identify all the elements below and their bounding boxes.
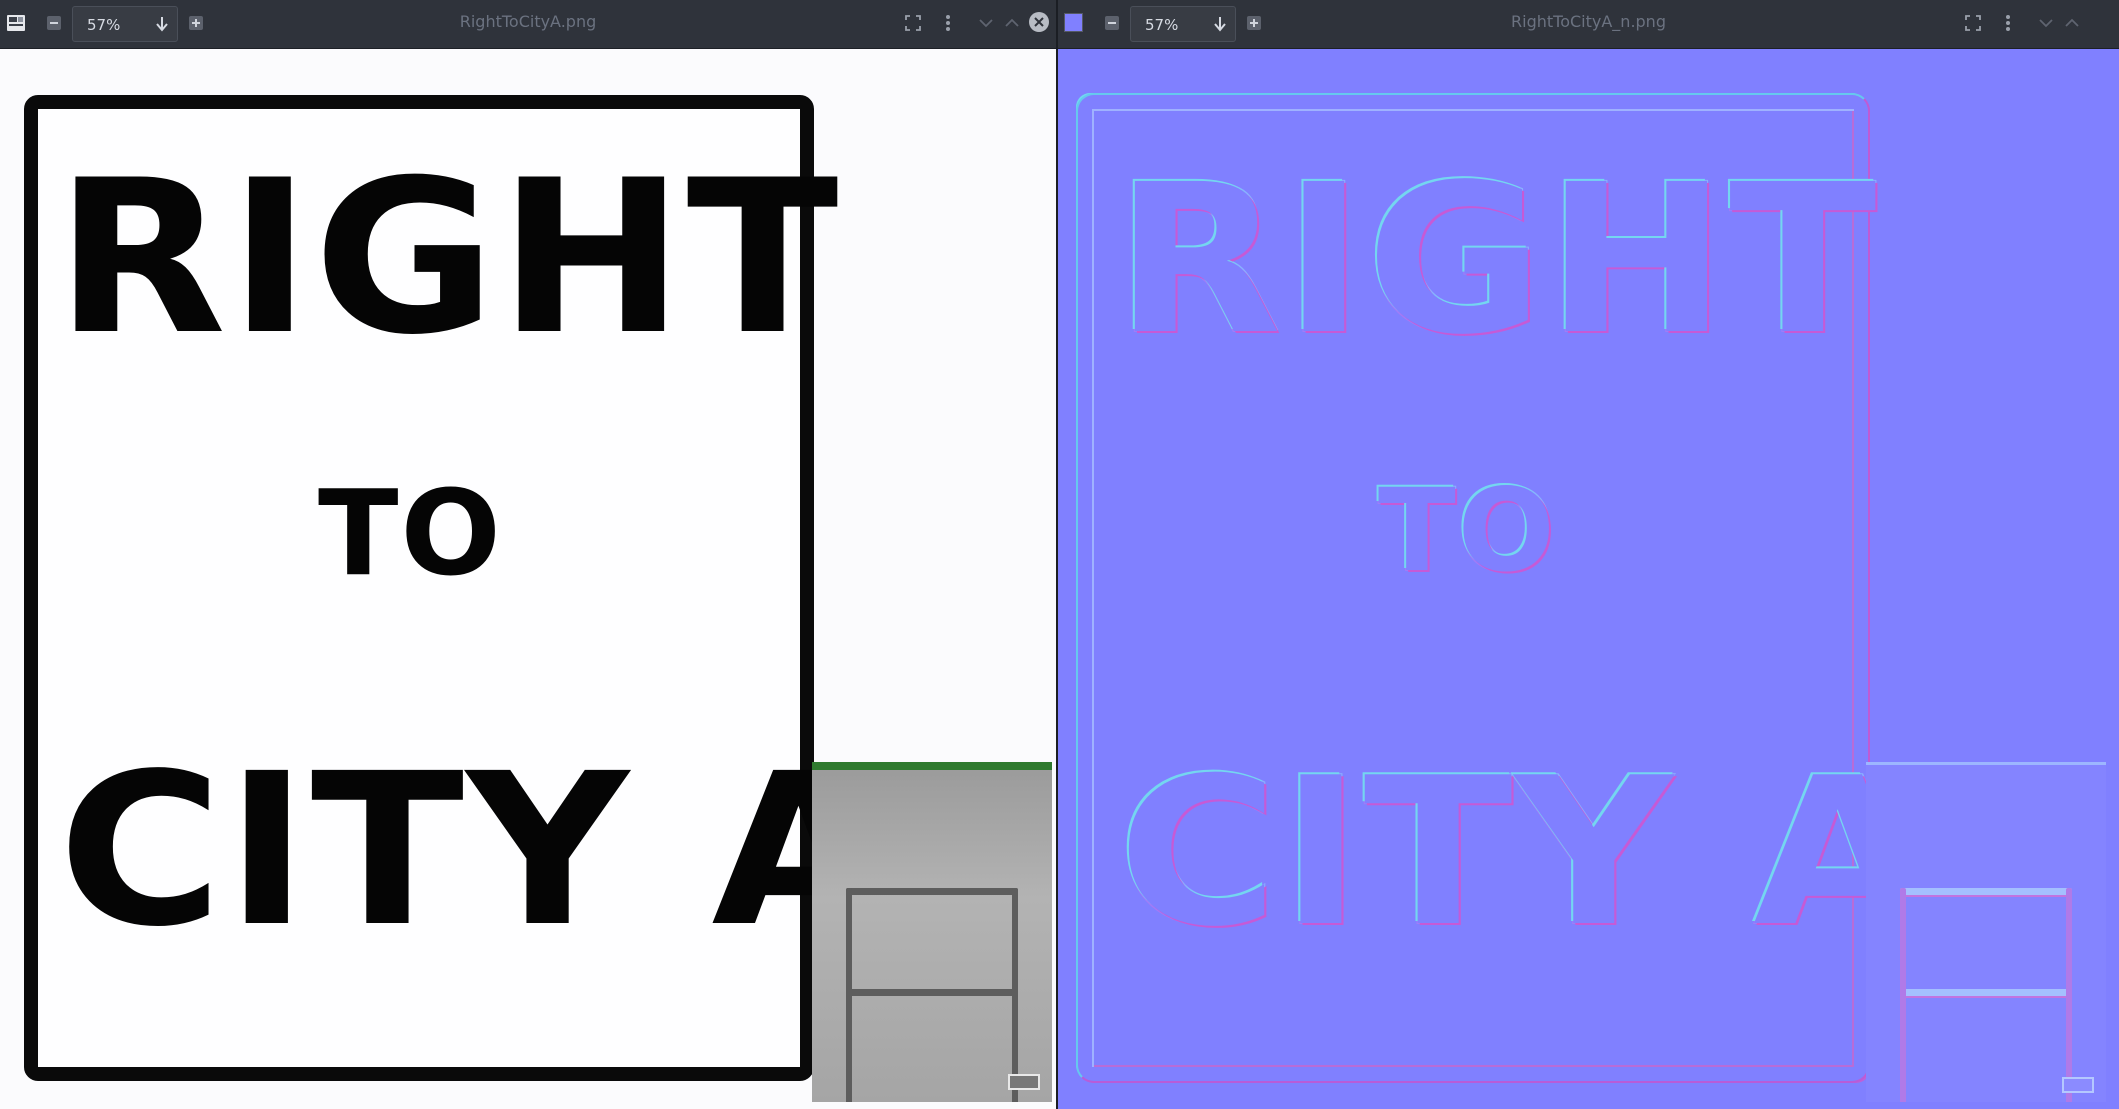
color-swatch-icon[interactable] <box>1064 13 1083 32</box>
image-canvas[interactable]: RIGHT TO CITY A <box>0 49 1056 1109</box>
chevron-up-icon[interactable] <box>2064 15 2080 31</box>
chevron-down-icon[interactable] <box>978 15 994 31</box>
wall-texture-thumbnail <box>812 762 1052 1102</box>
left-toolbar: 57% RightToCityA.png <box>0 0 1056 49</box>
sign-line-city: CITY A <box>1118 735 1925 972</box>
post-left <box>1900 888 1906 1102</box>
zoom-level-value: 57% <box>1145 16 1179 34</box>
zoom-level-value: 57% <box>87 16 121 34</box>
post-left <box>846 888 852 1102</box>
sign-line-to: TO <box>318 464 503 602</box>
viewer-app-icon[interactable] <box>6 14 26 32</box>
sign-line-city: CITY A <box>58 728 888 973</box>
sign-line-to: TO <box>1378 464 1557 597</box>
more-vertical-icon[interactable] <box>944 13 952 33</box>
wall-normal-map-thumbnail <box>1866 762 2106 1102</box>
sign-line-right: RIGHT <box>55 134 841 381</box>
zoom-in-icon[interactable] <box>188 15 204 31</box>
post-right <box>1012 888 1018 1102</box>
chevron-up-icon[interactable] <box>1004 15 1020 31</box>
wall-plate <box>2062 1077 2094 1093</box>
close-icon[interactable] <box>1029 12 1049 32</box>
normal-map-canvas[interactable]: RIGHT TO CITY A <box>1058 49 2119 1109</box>
sign-line-right: RIGHT <box>1115 140 1879 380</box>
zoom-in-icon[interactable] <box>1246 15 1262 31</box>
wall-plate <box>1008 1074 1040 1090</box>
zoom-out-icon[interactable] <box>1104 15 1120 31</box>
right-toolbar: 57% RightToCityA_n.png <box>1058 0 2119 49</box>
more-vertical-icon[interactable] <box>2004 13 2012 33</box>
zoom-level-field[interactable]: 57% <box>1130 6 1236 42</box>
rail-top <box>846 888 1018 895</box>
left-image-pane: 57% RightToCityA.png RIGHT TO CITY A <box>0 0 1056 1109</box>
rail-middle <box>846 989 1018 996</box>
rail-middle <box>1900 989 2072 996</box>
arrow-down-icon[interactable] <box>1211 14 1229 34</box>
arrow-down-icon[interactable] <box>153 14 171 34</box>
rail-top <box>1900 888 2072 895</box>
chevron-down-icon[interactable] <box>2038 15 2054 31</box>
fullscreen-icon[interactable] <box>1964 14 1982 32</box>
zoom-out-icon[interactable] <box>46 15 62 31</box>
fullscreen-icon[interactable] <box>904 14 922 32</box>
right-image-pane: 57% RightToCityA_n.png RIGHT TO CITY A <box>1058 0 2119 1109</box>
zoom-level-field[interactable]: 57% <box>72 6 178 42</box>
post-right <box>2066 888 2072 1102</box>
